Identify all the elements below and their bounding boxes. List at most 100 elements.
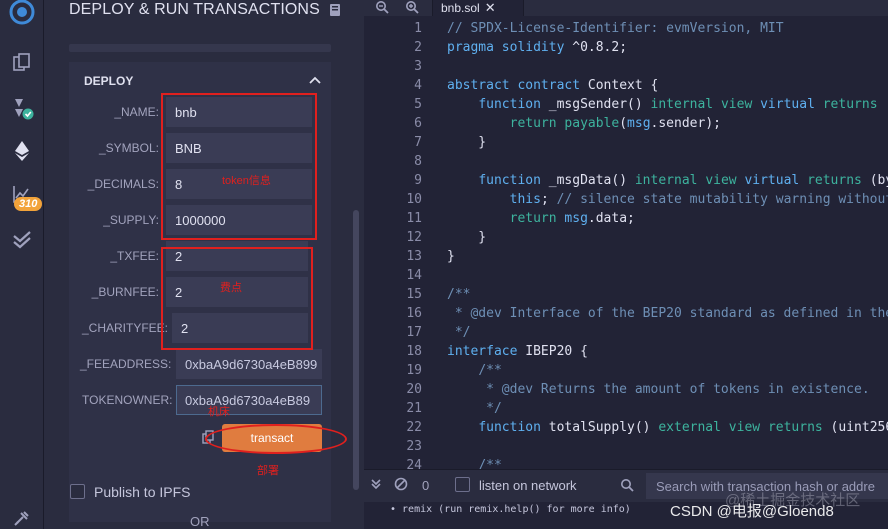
publish-ipfs-label: Publish to IPFS — [94, 484, 191, 500]
chevron-up-icon[interactable] — [309, 76, 321, 84]
transact-highlight — [205, 424, 347, 454]
deploy-heading: DEPLOY — [84, 74, 134, 88]
code-line: 3 — [364, 57, 888, 76]
code-line: 9 function _msgData() internal view virt… — [364, 171, 888, 190]
code-line: 21 */ — [364, 399, 888, 418]
param-label-tokenowner: TOKENOWNER: — [82, 393, 173, 407]
zoom-out-icon[interactable] — [375, 0, 389, 14]
code-text: * @dev Returns the amount of tokens in e… — [447, 382, 870, 397]
remix-logo-icon[interactable] — [0, 0, 44, 30]
plugin-manager-icon[interactable] — [0, 500, 44, 529]
code-text: } — [447, 230, 487, 245]
line-number: 17 — [406, 325, 422, 340]
code-text: function _msgData() internal view virtua… — [478, 173, 888, 188]
listen-network-checkbox[interactable] — [455, 477, 470, 492]
code-text: */ — [447, 325, 471, 340]
code-line: 14 — [364, 266, 888, 285]
code-line: 22 function totalSupply() external view … — [364, 418, 888, 437]
line-number: 12 — [406, 230, 422, 245]
notification-badge: 310 — [14, 197, 43, 211]
test-check-icon[interactable] — [0, 222, 44, 258]
tokenowner-field[interactable]: 0xbaA9d6730a4eB89 — [176, 385, 322, 415]
code-line: 20 * @dev Returns the amount of tokens i… — [364, 380, 888, 399]
line-number: 13 — [406, 249, 422, 264]
line-number: 3 — [414, 59, 422, 74]
or-divider-label: OR — [190, 514, 210, 529]
code-line: 2 pragma solidity ^0.8.2; — [364, 38, 888, 57]
param-label-decimals: _DECIMALS: — [87, 177, 159, 191]
docs-book-icon[interactable] — [329, 3, 341, 17]
code-line: 15 /** — [364, 285, 888, 304]
code-text: * @dev Interface of the BEP20 standard a… — [447, 306, 888, 321]
search-icon — [621, 479, 634, 492]
code-text: interface IBEP20 { — [447, 344, 588, 359]
panel-title: DEPLOY & RUN TRANSACTIONS — [69, 1, 320, 18]
code-line: 10 this; // silence state mutability war… — [364, 190, 888, 209]
code-text: function _msgSender() internal view virt… — [478, 97, 888, 112]
code-line: 5 function _msgSender() internal view vi… — [364, 95, 888, 114]
code-line: 7 } — [364, 133, 888, 152]
fee-annotation: 费点 — [220, 282, 242, 294]
line-number: 11 — [406, 211, 422, 226]
deploy-run-icon[interactable] — [0, 133, 44, 169]
code-line: 17 */ — [364, 323, 888, 342]
line-number: 21 — [406, 401, 422, 416]
code-text: pragma solidity ^0.8.2; — [447, 40, 628, 55]
param-label-charityfee: _CHARITYFEE: — [82, 321, 169, 335]
terminal-output-line: • remix (run remix.help() for more info) — [390, 504, 631, 515]
watermark: CSDN @电报@Gloend8 — [670, 503, 834, 520]
code-text: */ — [447, 401, 502, 416]
param-label-txfee: _TXFEE: — [110, 249, 159, 263]
feeaddress-field[interactable]: 0xbaA9d6730a4eB899 — [176, 349, 322, 379]
line-number: 4 — [414, 78, 422, 93]
code-text: /** — [478, 458, 502, 469]
param-label-supply: _SUPPLY: — [103, 213, 159, 227]
line-number: 20 — [406, 382, 422, 397]
code-line: 24 /** — [364, 456, 888, 469]
pending-tx-count: 0 — [422, 478, 430, 493]
icon-rail: 310 — [0, 0, 44, 529]
param-label-burnfee: _BURNFEE: — [91, 285, 159, 299]
param-label-name: _NAME: — [114, 105, 159, 119]
code-line: 13} — [364, 247, 888, 266]
code-line: 16 * @dev Interface of the BEP20 standar… — [364, 304, 888, 323]
code-line: 1 // SPDX-License-Identifier: evmVersion,… — [364, 19, 888, 38]
line-number: 14 — [406, 268, 422, 283]
param-label-feeaddress: _FEEADDRESS: — [80, 357, 172, 371]
code-line: 19 /** — [364, 361, 888, 380]
fee-highlight — [161, 247, 313, 350]
owner-annotation: 机床 — [208, 406, 230, 418]
line-number: 8 — [414, 154, 422, 169]
zoom-in-icon[interactable] — [405, 0, 419, 14]
panel-scrollbar[interactable] — [353, 210, 359, 490]
code-text: // SPDX-License-Identifier: evmVersion, … — [447, 21, 784, 36]
clear-console-icon[interactable] — [394, 477, 408, 491]
code-text: /** — [478, 363, 502, 378]
code-text: function totalSupply() external view ret… — [478, 420, 888, 435]
line-number: 23 — [406, 439, 422, 454]
line-number: 19 — [406, 363, 422, 378]
line-number: 2 — [414, 40, 422, 55]
file-tab-label: bnb.sol — [441, 1, 480, 15]
chevron-double-down-icon[interactable] — [370, 478, 382, 490]
line-number: 1 — [414, 21, 422, 36]
token-info-highlight — [161, 93, 317, 240]
line-number: 22 — [406, 420, 422, 435]
environment-select-bar[interactable] — [69, 44, 331, 52]
code-line: 18 interface IBEP20 { — [364, 342, 888, 361]
file-tab[interactable]: bnb.sol ✕ — [432, 0, 524, 16]
code-text: } — [447, 249, 455, 264]
close-icon[interactable]: ✕ — [485, 0, 496, 16]
code-text: return msg.data; — [509, 211, 635, 226]
line-number: 9 — [414, 173, 422, 188]
file-explorer-icon[interactable] — [0, 44, 44, 80]
code-line: 11 return msg.data; — [364, 209, 888, 228]
code-text: } — [447, 135, 487, 150]
token-info-annotation: token信息 — [222, 175, 271, 187]
line-number: 16 — [406, 306, 422, 321]
code-line: 6 return payable(msg.sender); — [364, 114, 888, 133]
code-editor[interactable]: 1 // SPDX-License-Identifier: evmVersion,… — [364, 16, 888, 469]
solidity-compiler-icon[interactable] — [0, 90, 44, 126]
publish-ipfs-checkbox[interactable] — [70, 484, 85, 499]
code-line: 8 — [364, 152, 888, 171]
